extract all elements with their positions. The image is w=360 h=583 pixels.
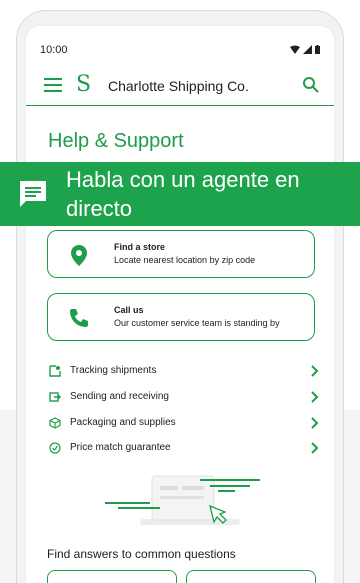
list-label: Sending and receiving: [70, 391, 169, 402]
live-agent-banner[interactable]: Habla con un agente en directo: [0, 162, 360, 226]
chevron-right-icon: [311, 442, 319, 454]
menu-icon[interactable]: [44, 78, 62, 92]
list-label: Price match guarantee: [70, 442, 171, 453]
page-title: Help & Support: [48, 130, 184, 152]
card-title: Call us: [114, 305, 144, 315]
status-bar: 10:00: [26, 26, 334, 66]
list-item-tracking[interactable]: Tracking shipments: [47, 362, 320, 382]
chevron-right-icon: [311, 365, 319, 377]
wifi-icon: [290, 45, 300, 54]
chevron-right-icon: [311, 417, 319, 429]
faq-card[interactable]: [186, 570, 316, 583]
signal-icon: [303, 45, 312, 54]
logo-icon: S: [76, 72, 92, 97]
faq-title: Find answers to common questions: [47, 547, 236, 561]
chevron-right-icon: [311, 391, 319, 403]
list-item-sending[interactable]: Sending and receiving: [47, 388, 320, 408]
package-icon: [49, 417, 61, 429]
list-item-packaging[interactable]: Packaging and supplies: [47, 414, 320, 434]
location-pin-icon: [71, 245, 87, 266]
support-illustration: [105, 475, 260, 525]
card-title: Find a store: [114, 242, 166, 252]
card-subtitle: Locate nearest location by zip code: [114, 255, 256, 265]
find-store-card[interactable]: Find a store Locate nearest location by …: [47, 230, 315, 278]
app-title: Charlotte Shipping Co.: [108, 78, 249, 94]
list-label: Packaging and supplies: [70, 417, 176, 428]
chat-icon: [20, 181, 46, 207]
list-item-price-match[interactable]: Price match guarantee: [47, 439, 320, 459]
search-icon[interactable]: [302, 76, 320, 94]
battery-icon: [315, 45, 320, 54]
tracking-icon: [49, 365, 61, 377]
send-receive-icon: [49, 392, 61, 402]
check-circle-icon: [49, 442, 61, 454]
call-us-card[interactable]: Call us Our customer service team is sta…: [47, 293, 315, 341]
card-subtitle: Our customer service team is standing by: [114, 318, 280, 328]
app-bar: S Charlotte Shipping Co.: [26, 66, 334, 106]
banner-text: Habla con un agente en directo: [66, 167, 300, 221]
phone-icon: [70, 309, 88, 327]
list-label: Tracking shipments: [70, 365, 157, 376]
status-time: 10:00: [40, 44, 68, 56]
faq-card[interactable]: [47, 570, 177, 583]
